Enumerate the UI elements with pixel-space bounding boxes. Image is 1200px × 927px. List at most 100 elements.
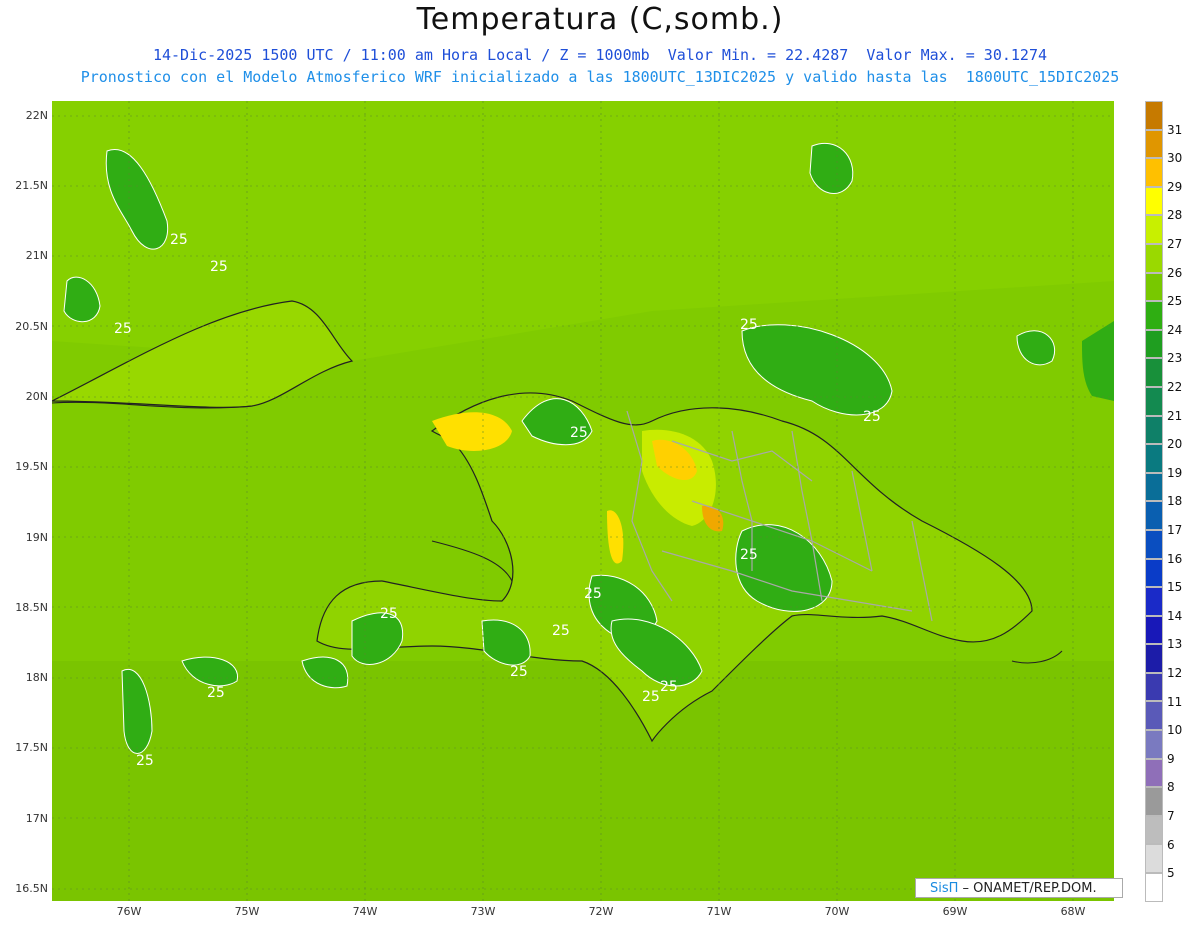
color-scale-label: 18: [1167, 494, 1183, 509]
contour-label: 25: [552, 623, 570, 639]
color-scale-bar: [1145, 101, 1163, 902]
lat-label: 19.5N: [15, 460, 48, 473]
color-scale-cell: [1145, 615, 1163, 645]
color-scale-cell: [1145, 672, 1163, 702]
color-scale-cell: [1145, 529, 1163, 559]
color-scale-label: 25: [1167, 294, 1183, 309]
color-scale-label: 13: [1167, 637, 1183, 652]
contour-label: 25: [380, 606, 398, 622]
lat-label: 18N: [25, 671, 48, 684]
color-scale-label: 28: [1167, 208, 1183, 223]
contour-label: 25: [207, 685, 225, 701]
color-scale-cell: [1145, 501, 1163, 530]
color-scale-label: 22: [1167, 380, 1183, 394]
color-scale-label: 30: [1167, 151, 1183, 166]
contour-label: 25: [740, 317, 758, 333]
map-canvas: 25 25 25 25 25 25 25 25 25 25 25 25 25 2…: [52, 101, 1114, 901]
color-scale-cell: [1145, 415, 1163, 445]
color-scale-cell: [1145, 301, 1163, 330]
color-scale-label: 5: [1167, 866, 1175, 881]
contour-label: 25: [210, 259, 228, 275]
color-scale-label: 16: [1167, 551, 1183, 566]
color-scale-cell: [1145, 844, 1163, 874]
lat-label: 18.5N: [15, 601, 48, 614]
contour-label: 25: [510, 664, 528, 680]
color-scale-label: 27: [1167, 237, 1183, 251]
color-scale-cell: [1145, 701, 1163, 731]
color-scale-label: 10: [1167, 723, 1183, 738]
color-scale-label: 19: [1167, 465, 1183, 480]
lon-label: 73W: [470, 905, 496, 918]
color-scale-cell: [1145, 758, 1163, 788]
lon-label: 68W: [1060, 905, 1086, 918]
map-title: Temperatura (C,somb.): [416, 2, 784, 37]
color-scale-label: 6: [1167, 837, 1175, 852]
color-scale-cell: [1145, 587, 1163, 616]
lon-label: 69W: [942, 905, 968, 918]
lat-label: 20.5N: [15, 320, 48, 333]
lat-label: 17N: [25, 812, 48, 825]
color-scale-label: 31: [1167, 122, 1183, 137]
color-scale-label: 12: [1167, 666, 1183, 680]
color-scale-label: 9: [1167, 751, 1175, 766]
color-scale-cell: [1145, 101, 1163, 130]
lon-label: 72W: [588, 905, 614, 918]
lat-label: 22N: [25, 109, 48, 122]
credit-brand: SisΠ: [930, 881, 959, 896]
color-scale-label: 26: [1167, 265, 1183, 280]
subtitle-run-info: 14-Dic-2025 1500 UTC / 11:00 am Hora Loc…: [152, 46, 1048, 64]
color-scale-cell: [1145, 730, 1163, 759]
color-scale-cell: [1145, 129, 1163, 159]
color-scale-label: 8: [1167, 780, 1175, 795]
temperature-map: 25 25 25 25 25 25 25 25 25 25 25 25 25 2…: [52, 101, 1114, 901]
color-scale-cell: [1145, 815, 1163, 845]
color-scale-cell: [1145, 272, 1163, 302]
credit-text: – ONAMET/REP.DOM.: [958, 881, 1097, 896]
color-scale-cell: [1145, 215, 1163, 244]
color-scale-label: 14: [1167, 608, 1183, 623]
lon-label: 70W: [824, 905, 850, 918]
color-scale-label: 23: [1167, 351, 1183, 366]
lon-label: 76W: [116, 905, 142, 918]
color-scale-cell: [1145, 329, 1163, 359]
lat-label: 17.5N: [15, 741, 48, 754]
contour-label: 25: [136, 753, 154, 769]
lat-label: 21N: [25, 249, 48, 262]
color-scale-cell: [1145, 186, 1163, 216]
contour-label: 25: [114, 321, 132, 337]
color-scale-label: 17: [1167, 523, 1183, 537]
color-scale-cell: [1145, 386, 1163, 416]
contour-label: 25: [642, 689, 660, 705]
color-scale-label: 24: [1167, 322, 1183, 337]
color-scale-cell: [1145, 358, 1163, 387]
credit-box: SisΠ – ONAMET/REP.DOM.: [915, 878, 1123, 898]
contour-label: 25: [170, 232, 188, 248]
color-scale-cell: [1145, 472, 1163, 502]
color-scale-label: 29: [1167, 179, 1183, 194]
lat-label: 19N: [25, 531, 48, 544]
contour-label: 25: [570, 425, 588, 441]
contour-label: 25: [584, 586, 602, 602]
color-scale-cell: [1145, 644, 1163, 673]
lon-label: 71W: [706, 905, 732, 918]
contour-label: 25: [863, 409, 881, 425]
lon-label: 75W: [234, 905, 260, 918]
color-scale-label: 11: [1167, 694, 1183, 709]
subtitle-forecast-info: Pronostico con el Modelo Atmosferico WRF…: [80, 68, 1120, 86]
color-scale-cell: [1145, 444, 1163, 473]
color-scale-cell: [1145, 873, 1163, 902]
lat-label: 16.5N: [15, 882, 48, 895]
color-scale-label: 21: [1167, 408, 1183, 423]
color-scale-label: 7: [1167, 809, 1175, 823]
color-scale-cell: [1145, 558, 1163, 588]
color-scale-cell: [1145, 787, 1163, 816]
contour-label: 25: [660, 679, 678, 695]
lat-label: 21.5N: [15, 179, 48, 192]
color-scale-cell: [1145, 243, 1163, 273]
lon-label: 74W: [352, 905, 378, 918]
color-scale-label: 15: [1167, 580, 1183, 595]
lat-label: 20N: [25, 390, 48, 403]
contour-label: 25: [740, 547, 758, 563]
color-scale-cell: [1145, 158, 1163, 187]
color-scale-label: 20: [1167, 437, 1183, 452]
